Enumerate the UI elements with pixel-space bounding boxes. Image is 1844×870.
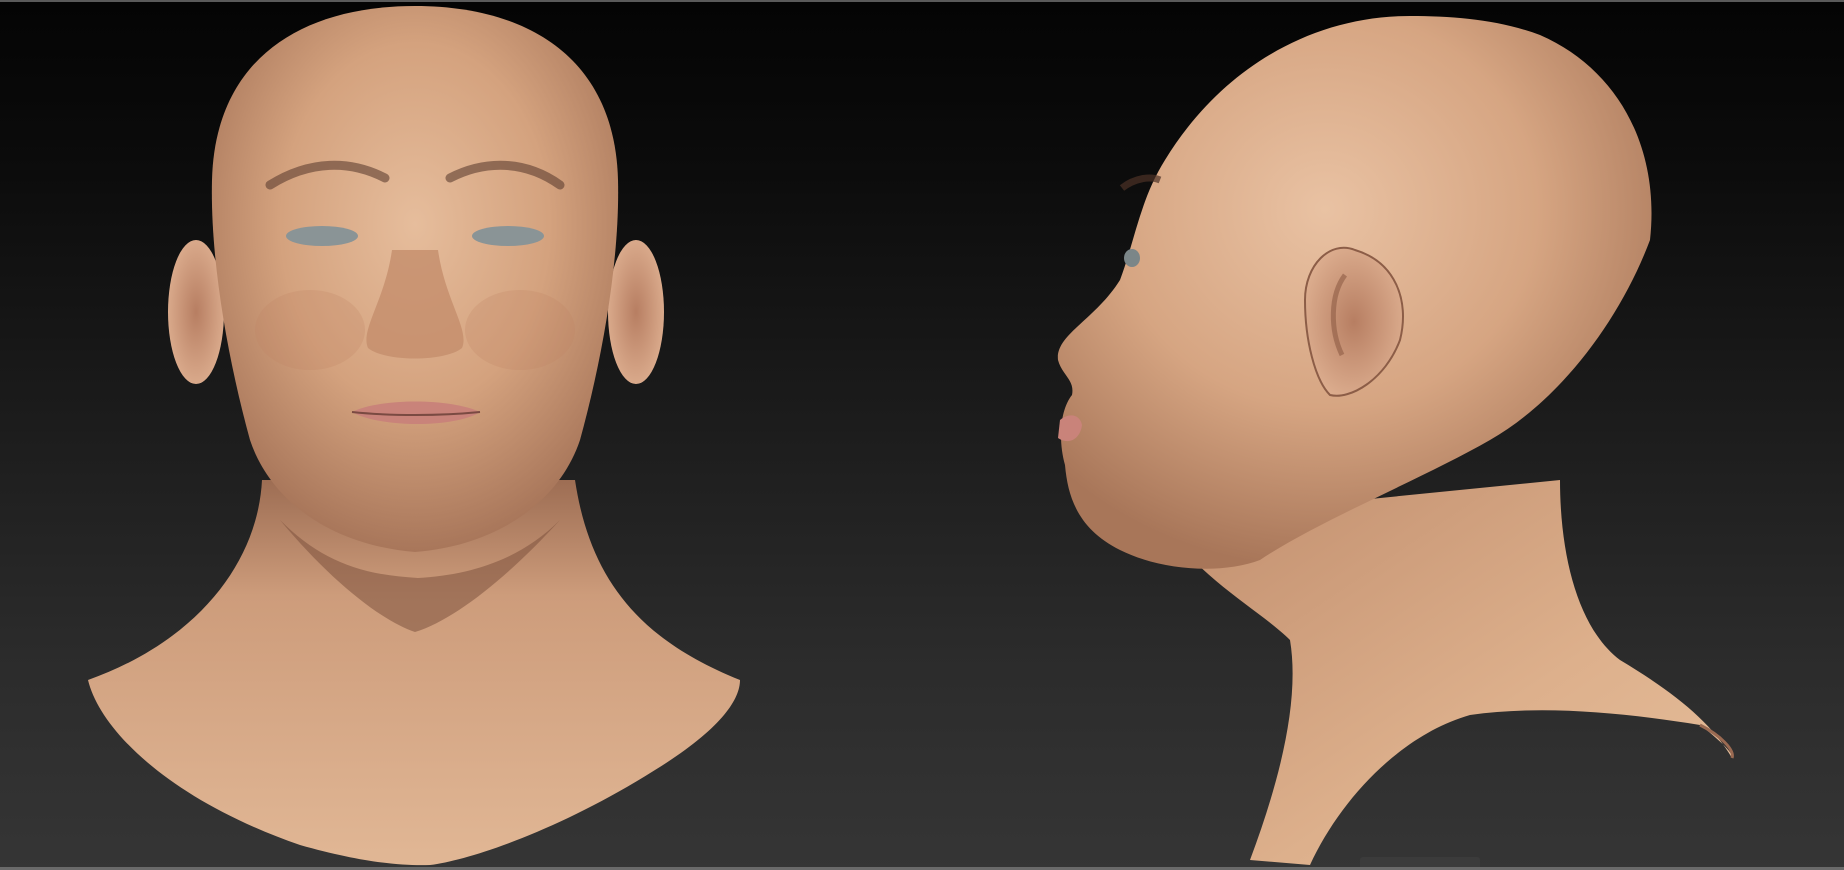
front-right-cheek <box>465 290 575 370</box>
3d-viewport[interactable] <box>0 0 1844 870</box>
front-left-cheek <box>255 290 365 370</box>
front-left-eye <box>286 226 358 246</box>
front-head-model[interactable] <box>88 6 740 866</box>
scene-canvas <box>88 6 1734 866</box>
viewport-scroll-handle[interactable] <box>1360 857 1480 867</box>
front-right-ear <box>608 240 664 384</box>
front-right-eye <box>472 226 544 246</box>
side-head-model[interactable] <box>1057 16 1734 865</box>
side-neck-edge <box>1699 723 1734 759</box>
front-left-ear <box>168 240 224 384</box>
side-eye <box>1124 249 1140 267</box>
